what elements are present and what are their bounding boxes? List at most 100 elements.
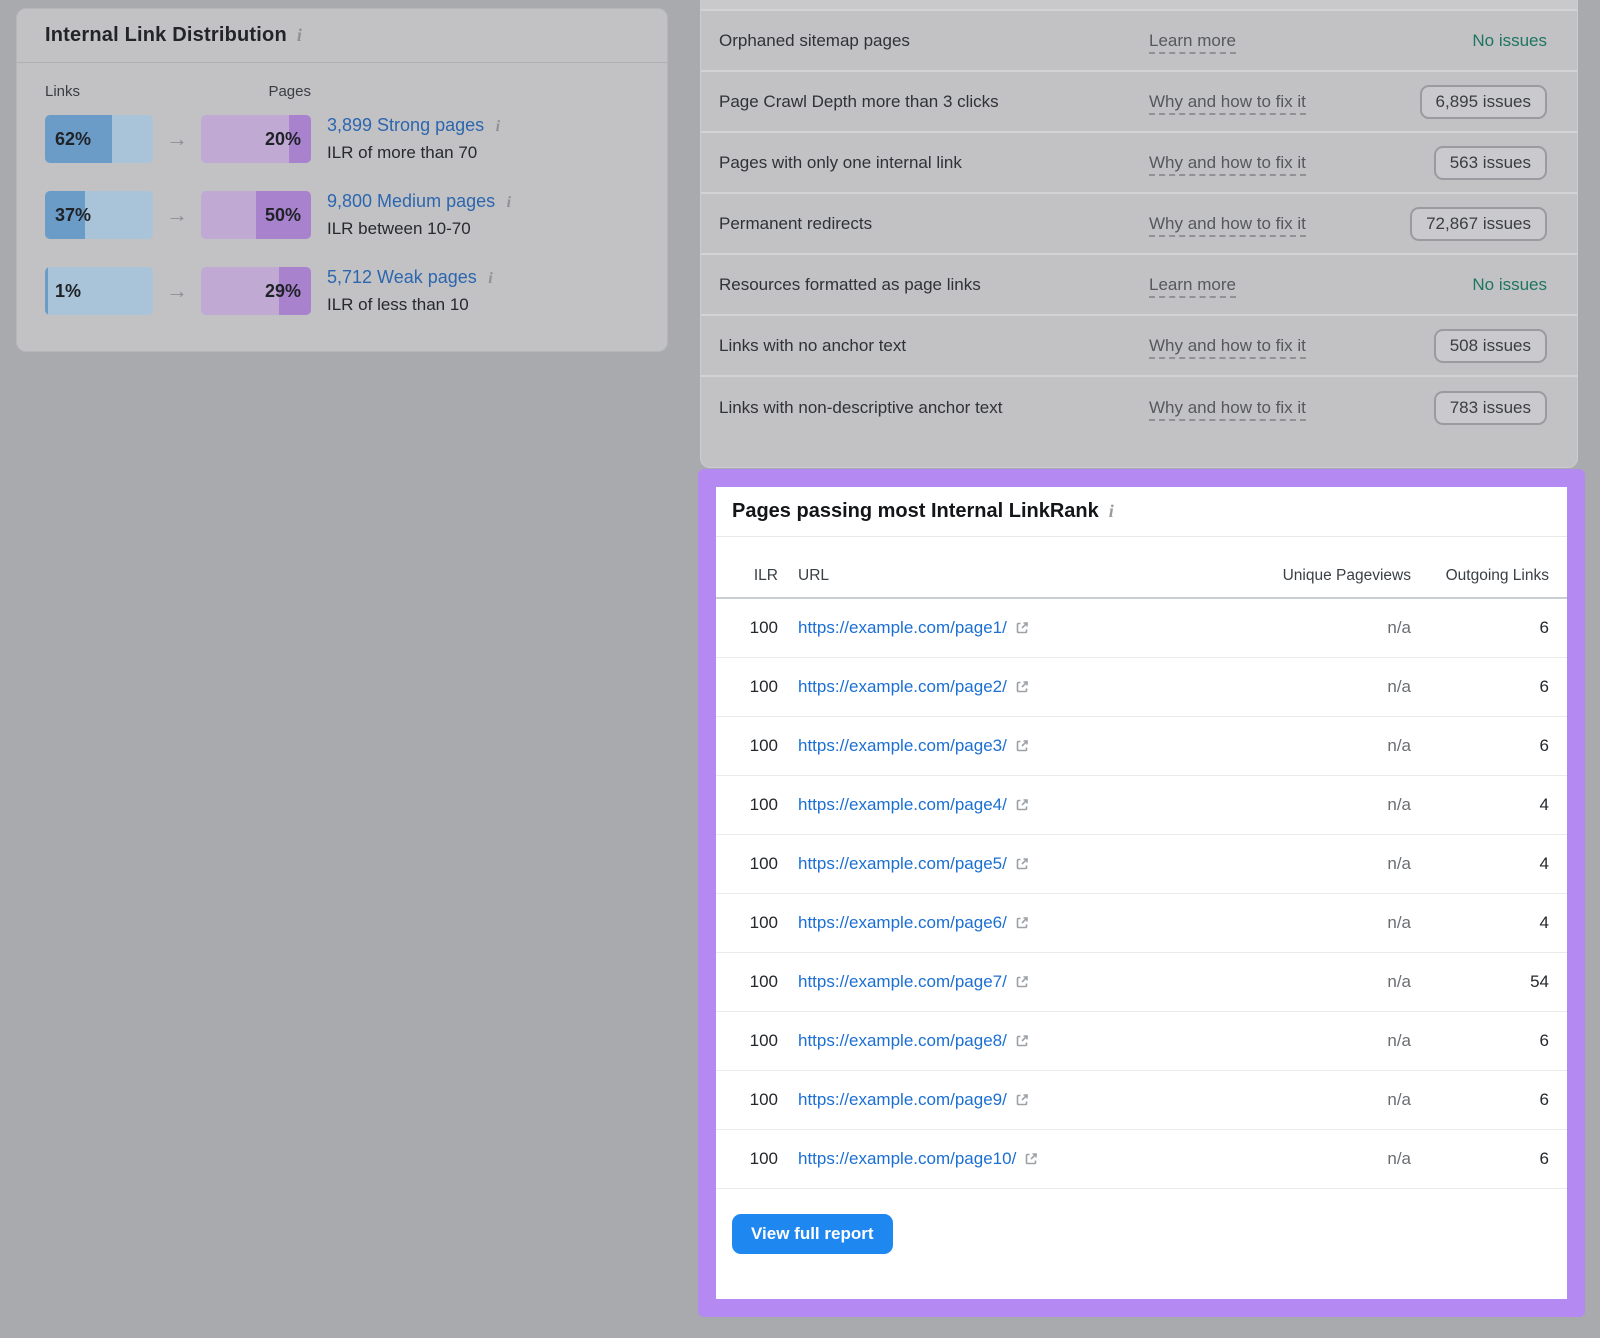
table-row: 100 https://example.com/page7/ n/a 54 — [716, 953, 1567, 1012]
weak-pages-link[interactable]: 5,712 Weak pages — [327, 267, 477, 287]
table-row: 100 https://example.com/page9/ n/a 6 — [716, 1071, 1567, 1130]
unique-pageviews-value: n/a — [1191, 1090, 1411, 1110]
info-icon[interactable]: i — [488, 270, 492, 287]
table-row: 100 https://example.com/page6/ n/a 4 — [716, 894, 1567, 953]
outgoing-links-value: 4 — [1411, 913, 1549, 933]
column-header-ilr: ILR — [732, 567, 778, 585]
external-link-icon[interactable] — [1007, 677, 1030, 696]
pages-percent: 50% — [265, 191, 301, 239]
page-url-link[interactable]: https://example.com/page10/ — [798, 1149, 1016, 1168]
why-how-to-fix-link[interactable]: Why and how to fix it — [1149, 398, 1434, 418]
info-icon[interactable]: i — [507, 194, 511, 211]
info-icon[interactable]: i — [297, 25, 302, 46]
ilr-value: 100 — [732, 1031, 778, 1051]
medium-pages-link[interactable]: 9,800 Medium pages — [327, 191, 495, 211]
external-link-icon[interactable] — [1007, 972, 1030, 991]
outgoing-links-value: 54 — [1411, 972, 1549, 992]
internal-link-distribution-card: Internal Link Distribution i Links Pages… — [16, 8, 668, 352]
page-url-link[interactable]: https://example.com/page3/ — [798, 736, 1007, 755]
issue-name: Pages with only one internal link — [719, 153, 1149, 173]
table-row: 100 https://example.com/page8/ n/a 6 — [716, 1012, 1567, 1071]
links-column-label: Links — [45, 83, 153, 100]
column-header-unique-pageviews: Unique Pageviews — [1191, 567, 1411, 585]
issue-name: Permanent redirects — [719, 214, 1149, 234]
pages-column-label: Pages — [201, 83, 311, 100]
card-footer: View full report — [716, 1189, 1567, 1279]
table-row: 100 https://example.com/page10/ n/a 6 — [716, 1130, 1567, 1189]
ilr-value: 100 — [732, 854, 778, 874]
page-url-link[interactable]: https://example.com/page8/ — [798, 1031, 1007, 1050]
linkrank-card: Pages passing most Internal LinkRank i I… — [716, 487, 1567, 1299]
column-labels: Links Pages — [45, 83, 639, 100]
ilr-value: 100 — [732, 1149, 778, 1169]
info-icon[interactable]: i — [496, 118, 500, 135]
issue-row-resources-as-page-links: Resources formatted as page links Learn … — [701, 255, 1577, 316]
outgoing-links-value: 4 — [1411, 854, 1549, 874]
links-percent: 62% — [55, 115, 91, 163]
outgoing-links-value: 6 — [1411, 736, 1549, 756]
why-how-to-fix-link[interactable]: Why and how to fix it — [1149, 214, 1410, 234]
issue-row-non-descriptive-anchor-text: Links with non-descriptive anchor text W… — [701, 377, 1577, 438]
external-link-icon[interactable] — [1007, 618, 1030, 637]
issue-row-page-crawl-depth: Page Crawl Depth more than 3 clicks Why … — [701, 72, 1577, 133]
column-header-outgoing-links: Outgoing Links — [1411, 567, 1549, 585]
issue-row-orphaned-sitemap-pages: Orphaned sitemap pages Learn more No iss… — [701, 11, 1577, 72]
pages-bar: 50% — [201, 191, 311, 239]
page-url-link[interactable]: https://example.com/page9/ — [798, 1090, 1007, 1109]
issues-count-badge[interactable]: 72,867 issues — [1410, 207, 1547, 241]
issues-count-badge[interactable]: 563 issues — [1434, 146, 1547, 180]
external-link-icon[interactable] — [1007, 795, 1030, 814]
issues-count-badge[interactable]: 783 issues — [1434, 391, 1547, 425]
row-info: 9,800 Medium pages i ILR between 10-70 — [327, 188, 511, 242]
issue-name: Links with non-descriptive anchor text — [719, 398, 1149, 418]
view-full-report-button[interactable]: View full report — [732, 1214, 893, 1254]
external-link-icon[interactable] — [1007, 1090, 1030, 1109]
learn-more-link[interactable]: Learn more — [1149, 31, 1472, 51]
page-url-link[interactable]: https://example.com/page2/ — [798, 677, 1007, 696]
issues-count-badge[interactable]: 508 issues — [1434, 329, 1547, 363]
issue-name: Resources formatted as page links — [719, 275, 1149, 295]
external-link-icon[interactable] — [1007, 854, 1030, 873]
external-link-icon[interactable] — [1007, 1031, 1030, 1050]
row-description: ILR of less than 10 — [327, 292, 493, 318]
unique-pageviews-value: n/a — [1191, 913, 1411, 933]
arrow-icon: → — [153, 126, 201, 152]
issue-name: Links with no anchor text — [719, 336, 1149, 356]
table-row: 100 https://example.com/page1/ n/a 6 — [716, 599, 1567, 658]
issues-count-badge[interactable]: 6,895 issues — [1420, 85, 1547, 119]
card-header: Pages passing most Internal LinkRank i — [716, 487, 1567, 537]
strong-pages-link[interactable]: 3,899 Strong pages — [327, 115, 484, 135]
page-url-link[interactable]: https://example.com/page6/ — [798, 913, 1007, 932]
status-no-issues: No issues — [1472, 31, 1547, 51]
links-bar: 37% — [45, 191, 153, 239]
distribution-row-weak: 1% → 29% 5,712 Weak pages i ILR of less … — [45, 264, 639, 318]
external-link-icon[interactable] — [1007, 913, 1030, 932]
column-header-url: URL — [778, 567, 1191, 585]
why-how-to-fix-link[interactable]: Why and how to fix it — [1149, 336, 1434, 356]
unique-pageviews-value: n/a — [1191, 854, 1411, 874]
outgoing-links-value: 6 — [1411, 1149, 1549, 1169]
table-row: 100 https://example.com/page3/ n/a 6 — [716, 717, 1567, 776]
page-url-link[interactable]: https://example.com/page7/ — [798, 972, 1007, 991]
arrow-icon: → — [153, 202, 201, 228]
table-row: 100 https://example.com/page2/ n/a 6 — [716, 658, 1567, 717]
purple-highlight-frame: Pages passing most Internal LinkRank i I… — [698, 469, 1585, 1317]
page-url-link[interactable]: https://example.com/page1/ — [798, 618, 1007, 637]
why-how-to-fix-link[interactable]: Why and how to fix it — [1149, 92, 1420, 112]
why-how-to-fix-link[interactable]: Why and how to fix it — [1149, 153, 1434, 173]
card-body: Links Pages 62% → 20% 3,899 Strong pages… — [17, 63, 667, 318]
page-url-link[interactable]: https://example.com/page5/ — [798, 854, 1007, 873]
ilr-value: 100 — [732, 736, 778, 756]
ilr-value: 100 — [732, 1090, 778, 1110]
page-url-link[interactable]: https://example.com/page4/ — [798, 795, 1007, 814]
external-link-icon[interactable] — [1007, 736, 1030, 755]
row-description: ILR of more than 70 — [327, 140, 500, 166]
row-info: 3,899 Strong pages i ILR of more than 70 — [327, 112, 500, 166]
external-link-icon[interactable] — [1016, 1149, 1039, 1168]
learn-more-link[interactable]: Learn more — [1149, 275, 1472, 295]
info-icon[interactable]: i — [1109, 501, 1114, 522]
links-bar-fill — [45, 267, 48, 315]
issue-row-permanent-redirects: Permanent redirects Why and how to fix i… — [701, 194, 1577, 255]
issue-name: Orphaned sitemap pages — [719, 31, 1149, 51]
card-title: Internal Link Distribution — [45, 24, 287, 47]
